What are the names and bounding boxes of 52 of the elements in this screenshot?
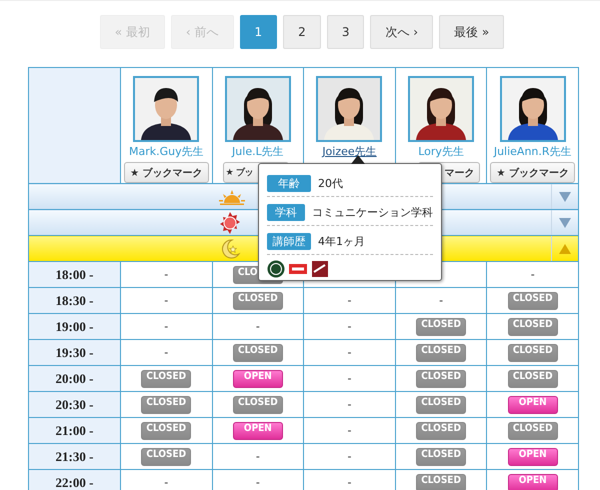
info-label: 講師歴: [267, 232, 311, 250]
empty-slot-dash: -: [530, 268, 535, 281]
info-label: 年齢: [267, 174, 311, 192]
closed-slot-badge: CLOSED: [508, 318, 558, 336]
closed-slot-badge: CLOSED: [232, 344, 283, 362]
time-label: 19:30 -: [28, 340, 120, 366]
closed-slot-badge: CLOSED: [508, 292, 558, 310]
closed-slot-badge: CLOSED: [232, 292, 283, 310]
closed-slot-badge: CLOSED: [232, 396, 283, 414]
time-label: 20:00 -: [28, 366, 120, 392]
empty-slot-dash: -: [164, 476, 168, 489]
empty-slot-dash: -: [256, 320, 260, 333]
closed-slot-badge: CLOSED: [508, 370, 558, 388]
closed-slot-badge: CLOSED: [416, 396, 466, 414]
closed-slot-badge: CLOSED: [508, 422, 558, 440]
empty-slot-dash: -: [347, 398, 352, 411]
closed-slot-badge: CLOSED: [416, 422, 466, 440]
closed-slot-badge: CLOSED: [141, 396, 192, 414]
empty-slot-dash: -: [347, 372, 352, 385]
closed-slot-badge: CLOSED: [416, 370, 466, 388]
empty-slot-dash: -: [164, 294, 168, 307]
time-label: 19:00 -: [28, 314, 120, 340]
time-label: 21:00 -: [28, 418, 120, 444]
empty-slot-dash: -: [347, 476, 352, 489]
time-label: 18:00 -: [28, 262, 120, 288]
empty-slot-dash: -: [347, 294, 352, 307]
closed-slot-badge: CLOSED: [416, 448, 466, 466]
closed-slot-badge: CLOSED: [416, 318, 466, 336]
empty-slot-dash: -: [256, 450, 260, 463]
closed-slot-badge: CLOSED: [141, 370, 192, 388]
closed-slot-badge: CLOSED: [141, 422, 192, 440]
closed-slot-badge: CLOSED: [508, 344, 558, 362]
info-value: コミュニケーション学科: [312, 204, 433, 220]
time-label: 22:00 -: [28, 470, 120, 490]
info-value: 20代: [318, 176, 343, 190]
closed-slot-badge: CLOSED: [141, 448, 192, 466]
empty-slot-dash: -: [164, 268, 168, 281]
closed-slot-badge: CLOSED: [416, 474, 466, 490]
empty-slot-dash: -: [164, 320, 168, 333]
empty-slot-dash: -: [347, 424, 352, 437]
empty-slot-dash: -: [347, 450, 352, 463]
time-label: 21:30 -: [28, 444, 120, 470]
empty-slot-dash: -: [347, 320, 352, 333]
time-label: 18:30 -: [28, 288, 120, 314]
empty-slot-dash: -: [164, 346, 168, 359]
empty-slot-dash: -: [347, 346, 352, 359]
time-label: 20:30 -: [28, 392, 120, 418]
closed-slot-badge: CLOSED: [416, 344, 466, 362]
info-label: 学科: [267, 204, 305, 220]
info-value: 4年1ヶ月: [318, 234, 365, 248]
empty-slot-dash: -: [256, 476, 260, 489]
empty-slot-dash: -: [439, 294, 444, 307]
